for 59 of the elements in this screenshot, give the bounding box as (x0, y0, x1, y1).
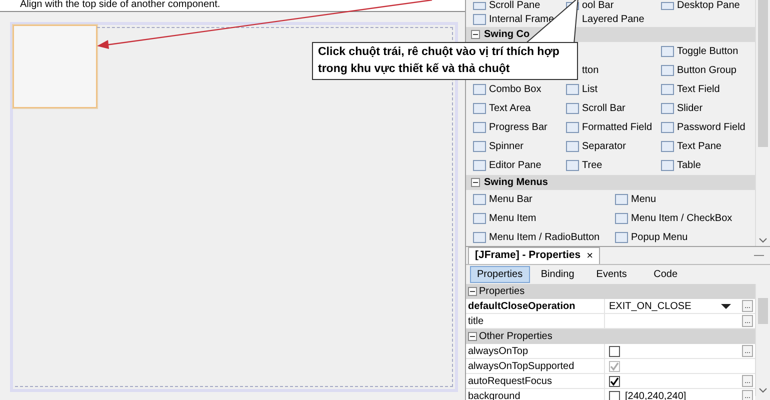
category-label: Other Properties (479, 330, 552, 344)
category-row[interactable]: Properties (466, 284, 755, 299)
tab[interactable]: Events (586, 266, 638, 283)
palette-item[interactable]: Menu (631, 192, 656, 207)
category-row[interactable]: Other Properties (466, 329, 755, 344)
palette-item[interactable]: Combo Box (489, 82, 542, 97)
palette-item[interactable]: List (582, 82, 598, 97)
dropdown-caret-icon[interactable] (721, 304, 731, 308)
collapse-icon[interactable] (468, 287, 477, 296)
palette-item[interactable]: Popup Menu (631, 230, 688, 245)
palette-item[interactable]: Toggle Button (677, 44, 738, 59)
palette-item[interactable]: Menu Item (489, 211, 536, 226)
palette-item[interactable]: Menu Item / CheckBox (631, 211, 732, 226)
palette-item[interactable]: Menu Item / RadioButton (489, 230, 600, 245)
close-button[interactable]: × (586, 250, 594, 262)
category-label: Properties (479, 285, 525, 299)
palette-item[interactable]: Scroll Pane (489, 0, 540, 11)
scroll-thumb[interactable] (758, 0, 768, 147)
palette-item[interactable]: Progress Bar (489, 120, 548, 135)
palette-item[interactable]: Layered Pane (582, 12, 644, 27)
property-value[interactable]: EXIT_ON_CLOSE (609, 298, 692, 314)
palette-item[interactable]: Slider (677, 101, 703, 116)
palette-item[interactable]: ool Bar (582, 0, 614, 11)
palette-item[interactable]: Editor Pane (489, 158, 542, 173)
palette-item[interactable]: Menu Bar (489, 192, 532, 207)
palette-item[interactable]: Scroll Bar (582, 101, 626, 116)
collapse-icon[interactable] (471, 178, 480, 187)
palette-item[interactable]: Button Group (677, 63, 736, 78)
minimize-button[interactable]: — (754, 248, 764, 263)
tab[interactable]: Properties (470, 266, 530, 283)
palette-item[interactable]: tton (582, 63, 599, 78)
palette-item[interactable]: Tree (582, 158, 602, 173)
collapse-icon[interactable] (468, 332, 477, 341)
collapse-icon[interactable] (471, 30, 480, 39)
tab[interactable]: Code (640, 266, 692, 283)
palette-item[interactable]: Text Area (489, 101, 531, 116)
scroll-down-icon[interactable] (759, 238, 767, 243)
checkbox[interactable] (609, 346, 620, 356)
scroll-down-icon[interactable] (759, 388, 767, 393)
section-title: Swing Menus (484, 176, 548, 190)
tab[interactable]: Binding (532, 266, 584, 283)
checkbox[interactable] (609, 390, 620, 400)
palette-item[interactable]: Text Field (677, 82, 720, 97)
section-header[interactable]: Swing Menus (466, 175, 755, 190)
palette-item[interactable]: Spinner (489, 139, 524, 154)
scrollbar[interactable] (755, 0, 770, 246)
hint-text: Align with the top side of another component. (20, 0, 220, 10)
tab-title: [JFrame] - Properties (475, 248, 581, 264)
section-title: Swing Co (484, 28, 530, 42)
palette-item[interactable]: Password Field (677, 120, 746, 135)
palette-item[interactable]: Text Pane (677, 139, 722, 154)
checkbox[interactable] (609, 376, 620, 386)
window-tab[interactable]: [JFrame] - Properties × (468, 247, 600, 264)
palette-item[interactable]: Desktop Pane (677, 0, 740, 11)
scroll-thumb[interactable] (758, 298, 768, 324)
palette-item[interactable]: Internal Frame (489, 12, 554, 27)
palette-item[interactable]: Separator (582, 139, 626, 154)
palette-item[interactable]: Table (677, 158, 701, 173)
palette-item[interactable]: Formatted Field (582, 120, 652, 135)
